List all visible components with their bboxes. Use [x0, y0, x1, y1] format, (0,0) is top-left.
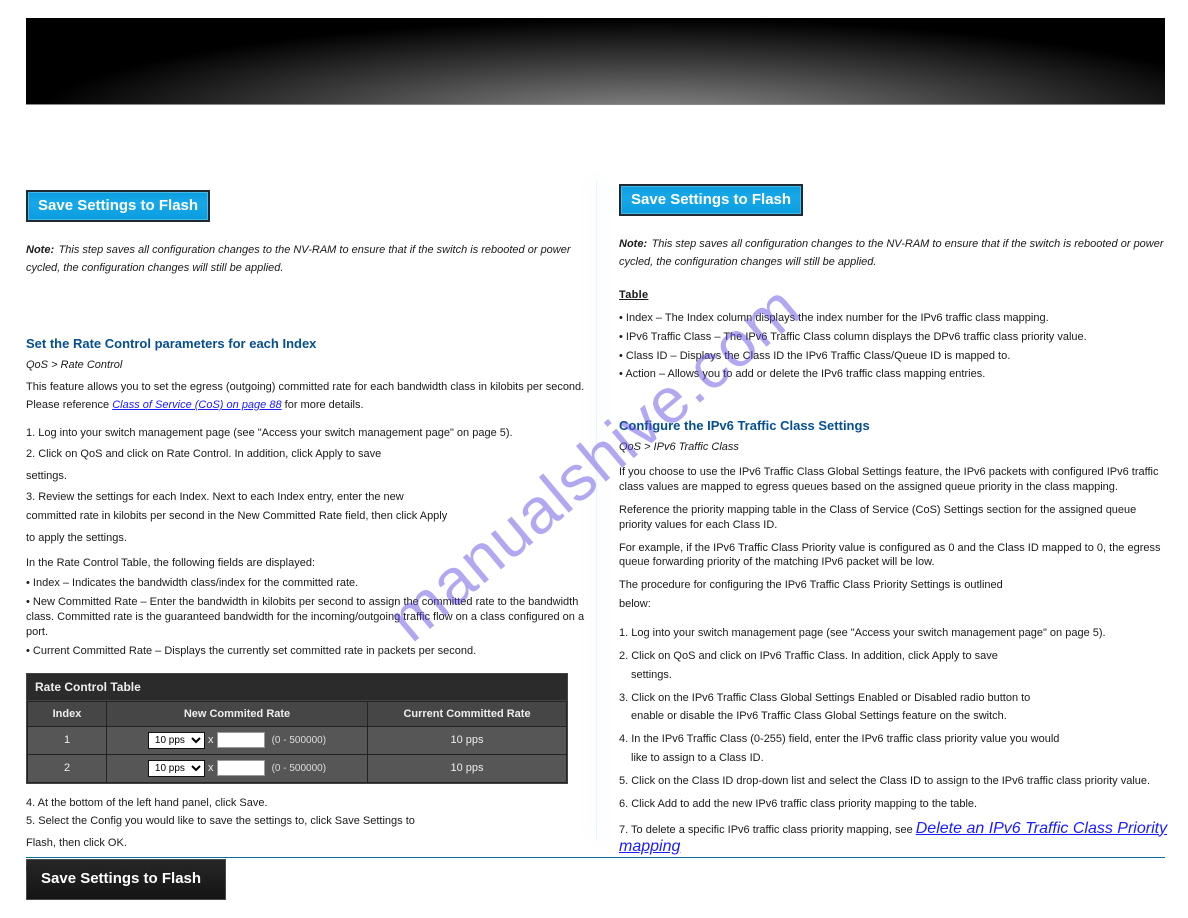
input-multiplier-1[interactable] — [217, 732, 265, 748]
rstep1t: Log into your switch management page (se… — [631, 627, 1105, 639]
right-panel: Save Settings to Flash Note: This step s… — [619, 110, 1172, 856]
table-row: 2 10 pps x (0 - 500000) 10 pps — [28, 754, 567, 782]
footer: © Copyright TRENDnet. All Rights Reserve… — [26, 864, 1165, 875]
rstep3b: enable or disable the IPv6 Traffic Class… — [631, 709, 1172, 724]
r-b2: • Class ID – Displays the Class ID the I… — [619, 349, 1172, 364]
mult-sign: x — [208, 762, 217, 774]
select-rate-2[interactable]: 10 pps — [148, 760, 205, 777]
breadcrumb: QoS > Rate Control — [26, 359, 122, 371]
note-body: This step saves all configuration change… — [26, 244, 571, 274]
rb3t: Action – Allows you to add or delete the… — [625, 368, 985, 380]
rb2t: Class ID – Displays the Class ID the IPv… — [626, 350, 1010, 362]
step2line1: 2. Click on QoS and click on Rate Contro… — [26, 447, 586, 462]
top-banner — [26, 18, 1165, 105]
col-current-rate: Current Committed Rate — [368, 701, 567, 726]
rstep6t: Click Add to add the new IPv6 traffic cl… — [631, 798, 977, 810]
step4c: Flash, then click OK. — [26, 837, 127, 849]
step1: 1. Log into your switch management page … — [26, 427, 513, 439]
rstep5t: Click on the Class ID drop-down list and… — [631, 775, 1150, 787]
note-body-r: This step saves all configuration change… — [619, 238, 1164, 268]
rpara4b: below: — [619, 597, 1172, 612]
bullet-index-text: Index – Indicates the bandwidth class/in… — [33, 577, 358, 589]
rstep2b: settings. — [631, 668, 1172, 683]
cell-index-1: 1 — [28, 726, 107, 754]
rstep2at: Click on QoS and click on IPv6 Traffic C… — [631, 650, 998, 662]
rstep3a: 3. Click on the IPv6 Traffic Class Globa… — [619, 691, 1172, 706]
rstep4at: In the IPv6 Traffic Class (0-255) field,… — [631, 733, 1059, 745]
rstep1: 1. Log into your switch management page … — [619, 626, 1172, 641]
para1-suffix: for more details. — [282, 399, 364, 411]
rstep2a: 2. Click on QoS and click on IPv6 Traffi… — [619, 649, 1172, 664]
breadcrumb-r: QoS > IPv6 Traffic Class — [619, 441, 739, 453]
rstep6: 6. Click Add to add the new IPv6 traffic… — [619, 797, 1172, 812]
rate-control-table: Index New Commited Rate Current Committe… — [27, 701, 567, 783]
cell-current-2: 10 pps — [368, 754, 567, 782]
table-row: 1 10 pps x (0 - 500000) 10 pps — [28, 726, 567, 754]
col-index: Index — [28, 701, 107, 726]
rb1t: IPv6 Traffic Class – The IPv6 Traffic Cl… — [626, 331, 1087, 343]
r-b3: • Action – Allows you to add or delete t… — [619, 367, 1172, 382]
footer-rule — [26, 857, 1165, 858]
bullet-new-text: New Committed Rate – Enter the bandwidth… — [26, 596, 584, 638]
rstep4a: 4. In the IPv6 Traffic Class (0-255) fie… — [619, 732, 1172, 747]
rate-control-card: Rate Control Table Index New Commited Ra… — [26, 673, 568, 784]
rpara1: If you choose to use the IPv6 Traffic Cl… — [619, 465, 1172, 495]
bullet-current-committed: • Current Committed Rate – Displays the … — [26, 644, 586, 659]
range-note-1: (0 - 500000) — [272, 735, 326, 746]
input-multiplier-2[interactable] — [217, 760, 265, 776]
rstep4b: like to assign to a Class ID. — [631, 751, 1172, 766]
step3c: to apply the settings. — [26, 532, 127, 544]
note-label: Note: — [26, 244, 54, 256]
rstep3at: Click on the IPv6 Traffic Class Global S… — [631, 692, 1030, 704]
rpara4a: The procedure for configuring the IPv6 T… — [619, 578, 1172, 593]
step3a: 3. Review the settings for each Index. N… — [26, 490, 586, 505]
rate-control-title: Rate Control Table — [27, 674, 567, 701]
step4a: 4. At the bottom of the left hand panel,… — [26, 796, 586, 811]
mapping-table-heading: Table — [619, 288, 1172, 303]
footer-left: © Copyright TRENDnet. All Rights Reserve… — [26, 864, 225, 875]
rpara3: For example, if the IPv6 Traffic Class P… — [619, 541, 1172, 571]
mult-sign: x — [208, 734, 217, 746]
note-label-r: Note: — [619, 238, 647, 250]
save-settings-flash-button-top-left[interactable]: Save Settings to Flash — [26, 190, 210, 222]
step3b: committed rate in kilobits per second in… — [26, 509, 586, 524]
r-b0: • Index – The Index column displays the … — [619, 311, 1172, 326]
link-cos[interactable]: Class of Service (CoS) on page 88 — [112, 399, 281, 411]
cell-current-1: 10 pps — [368, 726, 567, 754]
section-heading-ipv6: Configure the IPv6 Traffic Class Setting… — [619, 418, 1172, 433]
step4b: 5. Select the Config you would like to s… — [26, 814, 586, 829]
bullet-new-committed: • New Committed Rate – Enter the bandwid… — [26, 595, 586, 640]
select-rate-1[interactable]: 10 pps — [148, 732, 205, 749]
rstep7t: To delete a specific IPv6 traffic class … — [631, 824, 916, 836]
table-intro: In the Rate Control Table, the following… — [26, 556, 586, 571]
bullet-current-text: Current Committed Rate – Displays the cu… — [33, 645, 476, 657]
cell-index-2: 2 — [28, 754, 107, 782]
range-note-2: (0 - 500000) — [272, 763, 326, 774]
rb0t: Index – The Index column displays the in… — [626, 312, 1049, 324]
rstep7: 7. To delete a specific IPv6 traffic cla… — [619, 824, 916, 836]
column-separator — [596, 180, 597, 840]
rstep5: 5. Click on the Class ID drop-down list … — [619, 774, 1172, 789]
step2line2: settings. — [26, 470, 67, 482]
r-b1: • IPv6 Traffic Class – The IPv6 Traffic … — [619, 330, 1172, 345]
rpara2: Reference the priority mapping table in … — [619, 503, 1172, 533]
save-settings-flash-button-top-right[interactable]: Save Settings to Flash — [619, 184, 803, 216]
col-new-rate: New Commited Rate — [107, 701, 368, 726]
left-panel: Save Settings to Flash Note: This step s… — [26, 110, 586, 900]
section-heading-rate-control: Set the Rate Control parameters for each… — [26, 336, 586, 351]
bullet-index: • Index – Indicates the bandwidth class/… — [26, 576, 586, 591]
